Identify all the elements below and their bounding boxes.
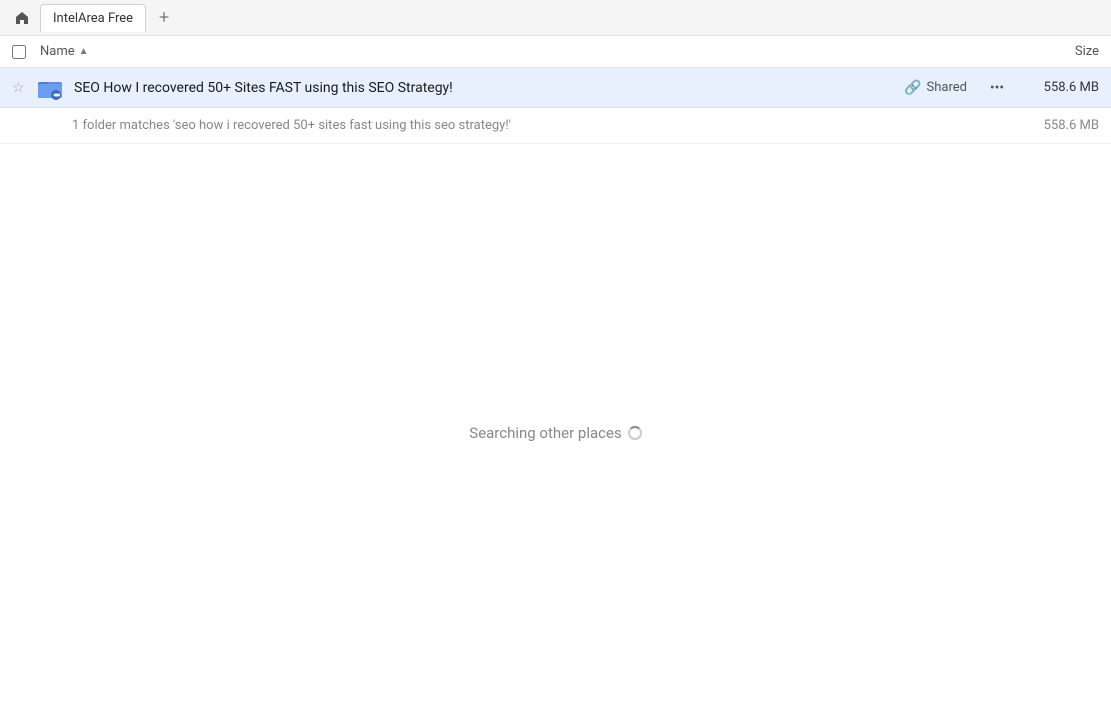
home-button[interactable] [8,4,36,32]
name-column-label: Name [40,44,75,59]
star-button[interactable]: ☆ [12,80,34,96]
file-size: 558.6 MB [1019,80,1099,95]
size-column-header[interactable]: Size [999,44,1099,59]
match-text: 1 folder matches 'seo how i recovered 50… [72,118,1019,133]
shared-label: Shared [927,80,967,95]
match-row: 1 folder matches 'seo how i recovered 50… [0,108,1111,144]
size-column-label: Size [1075,44,1099,59]
file-row[interactable]: ☆ SEO How I recovered 50+ Sites FAST usi… [0,68,1111,108]
searching-label: Searching other places [469,424,621,442]
select-all-checkbox-area[interactable] [12,45,40,59]
add-tab-button[interactable]: + [150,4,178,32]
more-icon: ••• [990,80,1004,96]
searching-area: Searching other places [0,424,1111,442]
select-all-checkbox[interactable] [12,45,26,59]
match-size: 558.6 MB [1019,118,1099,133]
loading-spinner [628,426,642,440]
main-tab[interactable]: IntelArea Free [40,4,146,32]
shared-badge: 🔗 Shared [904,80,967,96]
sort-arrow-icon: ▲ [79,46,89,57]
topbar: IntelArea Free + [0,0,1111,36]
more-options-button[interactable]: ••• [983,74,1011,102]
star-icon: ☆ [12,80,25,96]
name-column-header[interactable]: Name ▲ [40,44,999,59]
column-header: Name ▲ Size [0,36,1111,68]
link-icon: 🔗 [904,80,921,96]
folder-icon [34,72,66,104]
tab-label: IntelArea Free [53,11,133,26]
file-name: SEO How I recovered 50+ Sites FAST using… [74,80,904,96]
